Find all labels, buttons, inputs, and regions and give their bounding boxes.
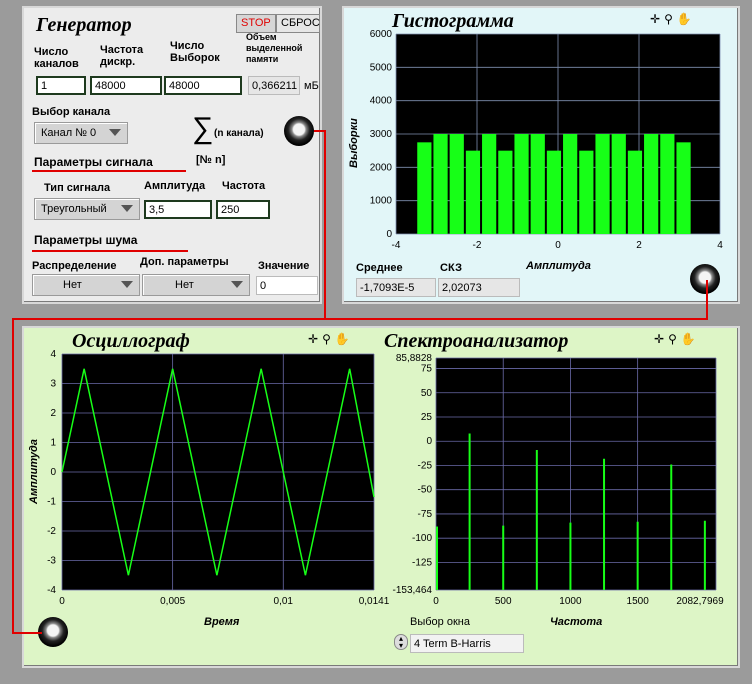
histogram-bar [579,150,594,234]
x-tick-label: 0,01 [274,596,294,607]
histogram-bar [595,134,610,234]
histogram-bar [611,134,626,234]
y-tick-label: 6000 [370,29,393,40]
x-tick-label: 500 [495,596,512,607]
y-tick-label: 25 [421,412,433,423]
y-tick-label: -3 [47,556,56,567]
histogram-bar [498,150,513,234]
x-tick-label: 0 [59,596,65,607]
histogram-bar [482,134,497,234]
histogram-bar [644,134,659,234]
x-tick-label: 2 [636,240,642,251]
y-tick-label: -75 [418,509,433,520]
y-tick-label: 75 [421,364,433,375]
y-tick-label: -1 [47,497,56,508]
x-tick-label: 1000 [559,596,582,607]
y-tick-label: 1 [50,438,56,449]
histogram-bar [563,134,578,234]
y-tick-label: 85,8828 [396,353,433,364]
histogram-bar [676,142,691,234]
y-tick-label: 4 [50,349,56,360]
x-tick-label: 2082,7969 [676,596,724,607]
x-tick-label: -2 [473,240,482,251]
x-tick-label: 1500 [627,596,650,607]
x-tick-label: 0 [433,596,439,607]
y-tick-label: 0 [50,467,56,478]
y-tick-label: -50 [418,485,433,496]
y-tick-label: 2000 [370,162,393,173]
histogram-bar [465,150,481,234]
x-tick-label: -4 [392,240,401,251]
x-tick-label: 0,005 [160,596,185,607]
histogram-bar [514,134,529,234]
histogram-bar [530,134,545,234]
y-tick-label: 5000 [370,62,393,73]
histogram-bar [627,150,643,234]
histogram-bar [449,134,464,234]
y-tick-label: -25 [418,460,433,471]
y-tick-label: 0 [426,436,432,447]
histogram-bar [433,134,448,234]
histogram-bar [660,134,675,234]
y-tick-label: 3000 [370,129,393,140]
x-tick-label: 4 [717,240,723,251]
y-tick-label: -4 [47,585,56,596]
y-tick-label: 2 [50,408,56,419]
y-tick-label: -153,464 [393,585,433,596]
y-tick-label: -125 [412,557,432,568]
y-tick-label: 3 [50,379,56,390]
histogram-chart: -4 -2 0 2 401000200030004000500060000 0,005 0,… [47,29,724,607]
y-tick-label: -2 [47,526,56,537]
histogram-bar [417,142,432,234]
y-tick-label: 50 [421,388,433,399]
y-tick-label: 0 [386,229,392,240]
x-tick-label: 0 [555,240,561,251]
y-tick-label: -100 [412,533,432,544]
histogram-bar [546,150,562,234]
y-tick-label: 4000 [370,96,393,107]
y-tick-label: 1000 [370,196,393,207]
x-tick-label: 0,0141 [359,596,390,607]
